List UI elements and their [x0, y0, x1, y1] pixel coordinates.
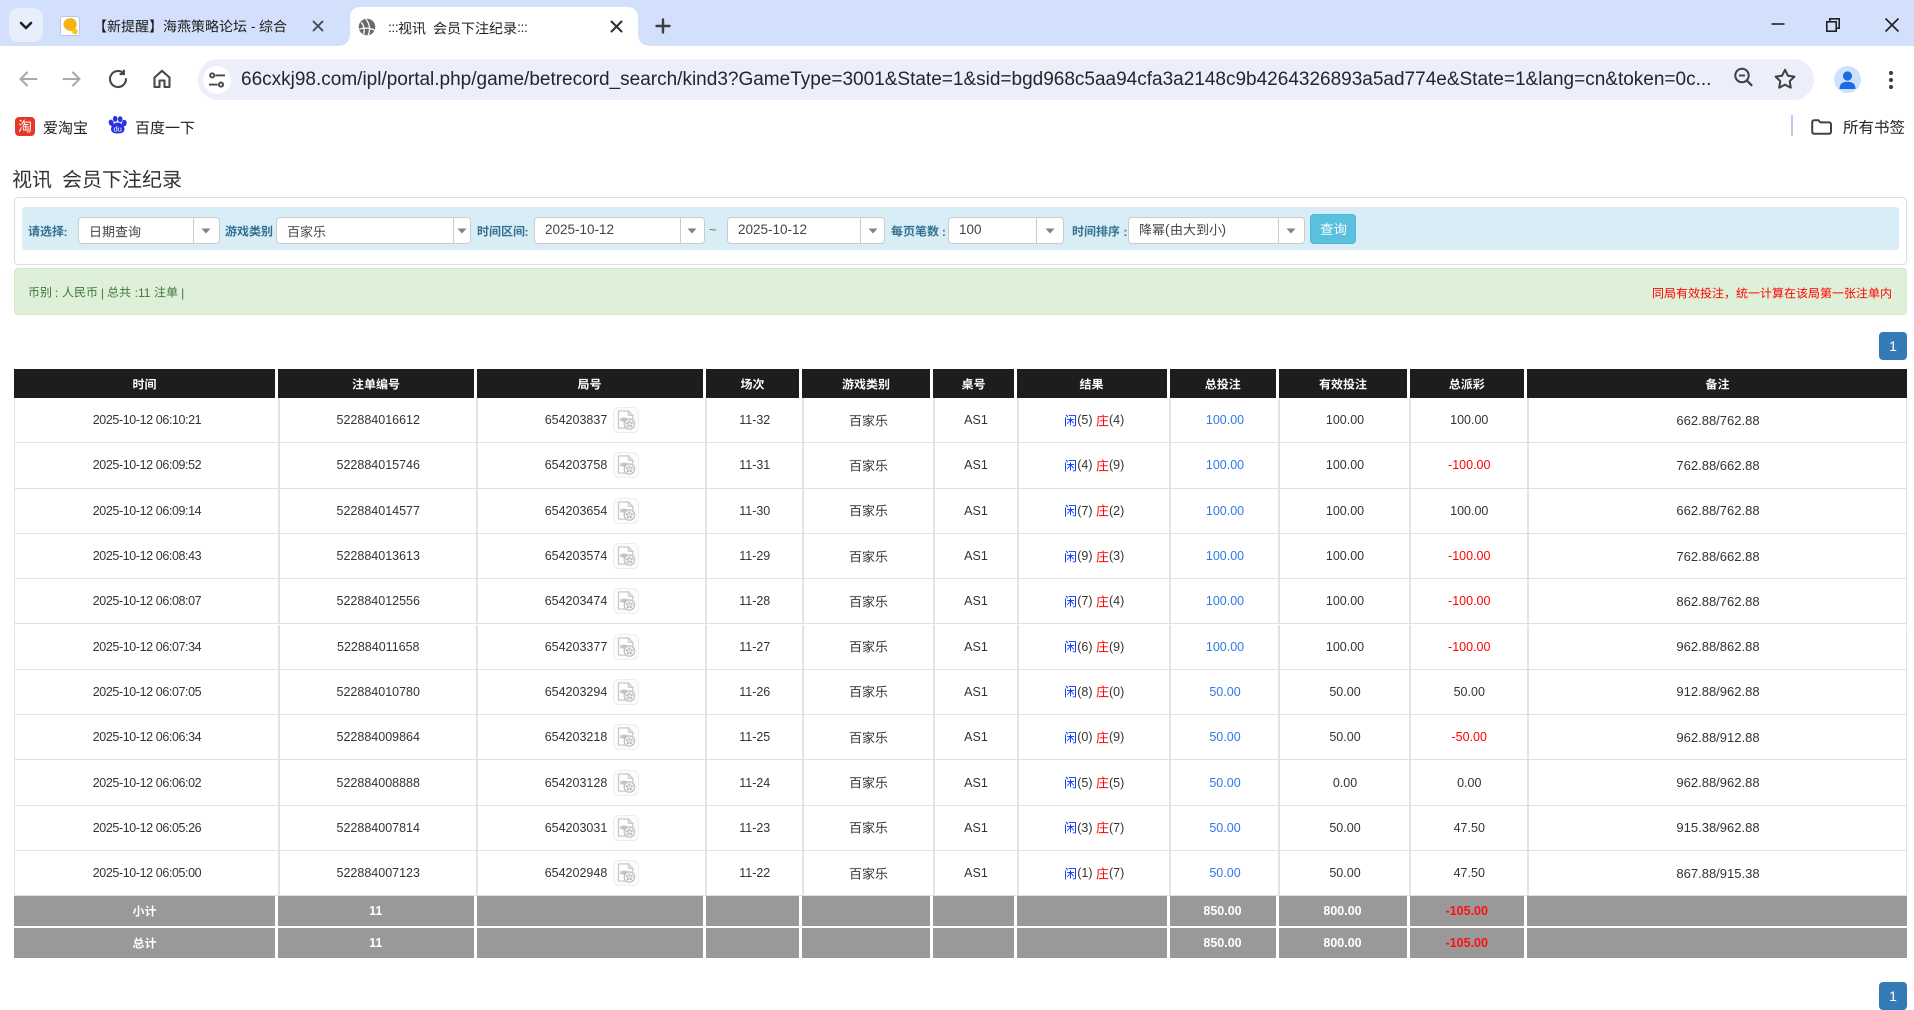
- svg-text:du: du: [114, 124, 122, 133]
